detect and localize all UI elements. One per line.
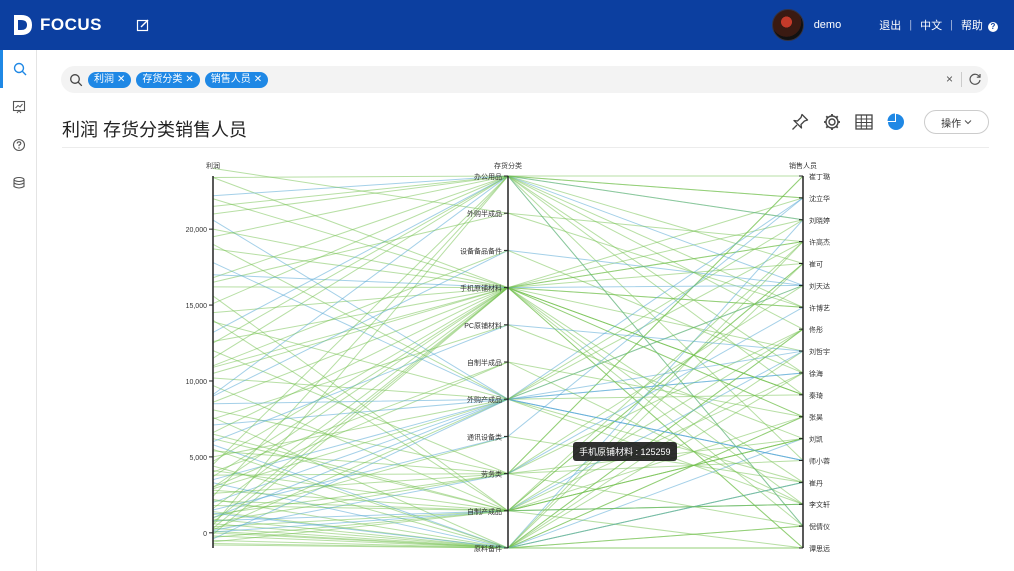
dashboard-icon bbox=[12, 100, 25, 114]
edit-icon[interactable] bbox=[136, 18, 150, 32]
chart-tooltip: 手机原铺材料 : 125259 bbox=[573, 442, 677, 461]
sidebar-item-data[interactable] bbox=[0, 164, 37, 202]
username[interactable]: demo bbox=[814, 19, 842, 31]
table-icon[interactable] bbox=[854, 112, 874, 132]
help-link[interactable]: 帮助 ? bbox=[961, 17, 998, 33]
title-divider bbox=[62, 147, 989, 148]
top-navigation-bar: FOCUS demo 退出 | 中文 | 帮助 ? bbox=[0, 0, 1014, 50]
main-panel: 利润 ✕ 存货分类 ✕ 销售人员 ✕ × 利润 存货分类销售人员 操作 bbox=[37, 50, 1014, 571]
menu-separator: | bbox=[950, 19, 953, 31]
search-divider bbox=[961, 72, 962, 87]
chip-label: 存货分类 bbox=[142, 73, 183, 85]
chip-remove-icon[interactable]: ✕ bbox=[185, 74, 193, 85]
search-bar[interactable]: 利润 ✕ 存货分类 ✕ 销售人员 ✕ × bbox=[61, 66, 988, 93]
sidebar bbox=[0, 50, 37, 571]
chip-label: 利润 bbox=[94, 73, 114, 85]
refresh-icon[interactable] bbox=[968, 72, 982, 86]
search-chip-profit[interactable]: 利润 ✕ bbox=[88, 71, 132, 88]
logo-mark-icon bbox=[14, 15, 32, 35]
chevron-down-icon bbox=[964, 120, 972, 125]
page-title: 利润 存货分类销售人员 bbox=[62, 120, 247, 140]
app-logo[interactable]: FOCUS bbox=[12, 13, 102, 37]
settings-gear-icon[interactable] bbox=[822, 112, 842, 132]
sidebar-item-help[interactable] bbox=[0, 126, 37, 164]
search-icon bbox=[70, 73, 83, 86]
help-icon: ? bbox=[988, 22, 998, 32]
chip-remove-icon[interactable]: ✕ bbox=[117, 74, 125, 85]
clear-search-icon[interactable]: × bbox=[946, 72, 953, 86]
pie-chart-icon[interactable] bbox=[886, 112, 906, 132]
user-menu: demo 退出 | 中文 | 帮助 ? bbox=[771, 0, 1006, 50]
chip-remove-icon[interactable]: ✕ bbox=[254, 74, 262, 85]
search-chip-inventory-category[interactable]: 存货分类 ✕ bbox=[136, 71, 200, 88]
logout-link[interactable]: 退出 bbox=[879, 17, 901, 33]
operations-button[interactable]: 操作 bbox=[924, 110, 989, 134]
help-label: 帮助 bbox=[960, 20, 983, 32]
search-icon bbox=[13, 62, 27, 76]
sidebar-item-search[interactable] bbox=[0, 50, 37, 88]
question-icon bbox=[12, 138, 25, 152]
pin-icon[interactable] bbox=[790, 112, 810, 132]
menu-separator: | bbox=[909, 19, 913, 31]
sidebar-item-dashboard[interactable] bbox=[0, 88, 37, 126]
database-icon bbox=[12, 176, 25, 189]
search-chip-salesperson[interactable]: 销售人员 ✕ bbox=[204, 71, 269, 88]
chip-label: 销售人员 bbox=[210, 73, 251, 85]
language-link[interactable]: 中文 bbox=[920, 17, 942, 33]
operations-label: 操作 bbox=[941, 118, 962, 130]
chart-toolbar: 操作 bbox=[778, 110, 989, 134]
logo-text: FOCUS bbox=[40, 15, 102, 34]
avatar[interactable] bbox=[771, 9, 804, 41]
